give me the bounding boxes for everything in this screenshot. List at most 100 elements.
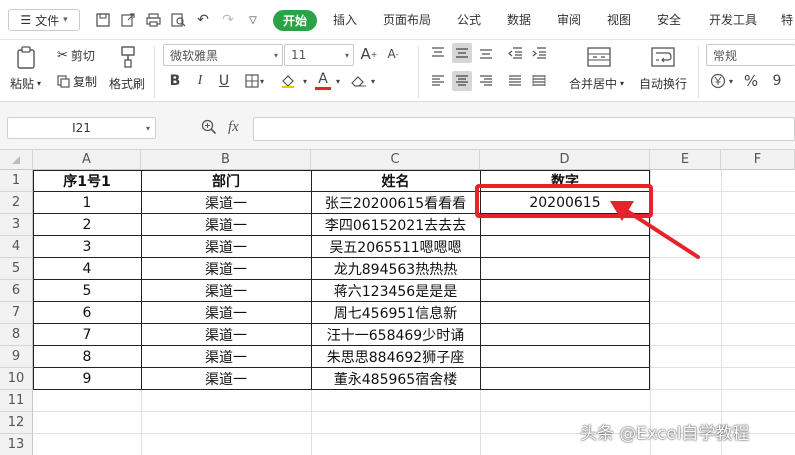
quick-access-dropdown-icon[interactable]: ▽ — [244, 10, 262, 30]
row-header[interactable]: 8 — [0, 324, 33, 346]
decrease-indent-icon[interactable] — [505, 43, 525, 63]
tab-view[interactable]: 视图 — [607, 11, 631, 28]
paste-button[interactable]: 粘贴 ▾ — [10, 75, 41, 92]
cell-d7[interactable] — [480, 302, 650, 324]
cell-c2[interactable]: 张三20200615看看看 — [311, 192, 480, 214]
row-header[interactable]: 2 — [0, 192, 33, 214]
cell-b8[interactable]: 渠道一 — [141, 324, 311, 346]
row-header[interactable]: 5 — [0, 258, 33, 280]
cell-c10[interactable]: 董永485965宿舍楼 — [311, 368, 480, 390]
align-center-icon[interactable] — [452, 71, 472, 91]
cell-b10[interactable]: 渠道一 — [141, 368, 311, 390]
row-header[interactable]: 4 — [0, 236, 33, 258]
align-middle-icon[interactable] — [452, 43, 472, 63]
tab-formulas[interactable]: 公式 — [457, 11, 481, 28]
cut-button[interactable]: ✂ 剪切 — [57, 47, 95, 64]
comma-style-button[interactable]: 9 — [767, 71, 787, 91]
insert-function-button[interactable]: fx — [228, 119, 239, 136]
eraser-icon[interactable] — [349, 71, 369, 91]
chevron-down-icon[interactable]: ▾ — [300, 71, 310, 91]
cell-c3[interactable]: 李四06152021去去去 — [311, 214, 480, 236]
cell-b9[interactable]: 渠道一 — [141, 346, 311, 368]
tab-home[interactable]: 开始 — [273, 10, 317, 31]
chevron-down-icon[interactable]: ▾ — [726, 71, 736, 91]
chevron-down-icon[interactable]: ▾ — [333, 71, 343, 91]
tab-data[interactable]: 数据 — [507, 11, 531, 28]
cell-b5[interactable]: 渠道一 — [141, 258, 311, 280]
cell-c8[interactable]: 汪十一658469少时诵 — [311, 324, 480, 346]
row-header[interactable]: 11 — [0, 390, 33, 412]
increase-indent-icon[interactable] — [529, 43, 549, 63]
format-painter-button[interactable]: 格式刷 — [109, 75, 145, 92]
tab-page-layout[interactable]: 页面布局 — [383, 11, 431, 28]
shrink-font-button[interactable]: A- — [383, 44, 403, 64]
tab-special[interactable]: 特 — [781, 11, 793, 28]
column-header-d[interactable]: D — [480, 150, 650, 170]
column-header-f[interactable]: F — [721, 150, 795, 170]
row-header[interactable]: 7 — [0, 302, 33, 324]
cell-c7[interactable]: 周七456951信息新 — [311, 302, 480, 324]
copy-button[interactable]: 复制 — [57, 73, 97, 90]
percent-button[interactable]: % — [741, 71, 761, 91]
cell-b3[interactable]: 渠道一 — [141, 214, 311, 236]
cell-b7[interactable]: 渠道一 — [141, 302, 311, 324]
font-color-button[interactable]: A — [315, 71, 331, 90]
chevron-down-icon[interactable]: ▾ — [368, 71, 378, 91]
grow-font-button[interactable]: A + — [359, 44, 379, 64]
row-header[interactable]: 9 — [0, 346, 33, 368]
cell-a3[interactable]: 2 — [33, 214, 141, 236]
tab-security[interactable]: 安全 — [657, 11, 681, 28]
cell-b2[interactable]: 渠道一 — [141, 192, 311, 214]
underline-button[interactable]: U — [214, 71, 234, 91]
tab-insert[interactable]: 插入 — [333, 11, 357, 28]
tab-developer[interactable]: 开发工具 — [709, 11, 757, 28]
cell-a9[interactable]: 8 — [33, 346, 141, 368]
row-header[interactable]: 3 — [0, 214, 33, 236]
export-icon[interactable] — [119, 10, 137, 30]
row-header[interactable]: 10 — [0, 368, 33, 390]
column-header-a[interactable]: A — [33, 150, 141, 170]
cell-a1[interactable]: 序1号1 — [33, 170, 141, 192]
cell-d9[interactable] — [480, 346, 650, 368]
name-box[interactable]: I21 ▾ — [7, 117, 156, 139]
justify-icon[interactable] — [505, 71, 525, 91]
cell-a7[interactable]: 6 — [33, 302, 141, 324]
align-left-icon[interactable] — [428, 71, 448, 91]
column-header-b[interactable]: B — [141, 150, 311, 170]
cell-d10[interactable] — [480, 368, 650, 390]
row-header[interactable]: 6 — [0, 280, 33, 302]
zoom-icon[interactable] — [201, 119, 217, 139]
currency-icon[interactable] — [708, 71, 728, 91]
cell-c5[interactable]: 龙九894563热热热 — [311, 258, 480, 280]
save-icon[interactable] — [94, 10, 112, 30]
font-name-select[interactable]: 微软雅黑 ▾ — [163, 44, 283, 66]
cell-a4[interactable]: 3 — [33, 236, 141, 258]
wrap-text-button[interactable]: 自动换行 — [639, 75, 687, 92]
font-size-select[interactable]: 11 ▾ — [284, 44, 354, 66]
align-bottom-icon[interactable] — [476, 43, 496, 63]
row-header[interactable]: 13 — [0, 434, 33, 455]
tab-review[interactable]: 审阅 — [557, 11, 581, 28]
format-painter-icon[interactable] — [117, 45, 139, 69]
print-preview-icon[interactable] — [169, 10, 187, 30]
paste-icon[interactable] — [13, 45, 39, 71]
formula-input[interactable] — [253, 117, 795, 141]
cell-b4[interactable]: 渠道一 — [141, 236, 311, 258]
cell-c4[interactable]: 吴五2065511嗯嗯嗯 — [311, 236, 480, 258]
bold-button[interactable]: B — [165, 71, 185, 91]
print-icon[interactable] — [144, 10, 162, 30]
cell-d8[interactable] — [480, 324, 650, 346]
cell-a10[interactable]: 9 — [33, 368, 141, 390]
cell-c1[interactable]: 姓名 — [311, 170, 480, 192]
align-top-icon[interactable] — [428, 43, 448, 63]
undo-icon[interactable]: ↶ — [194, 10, 212, 30]
cell-a2[interactable]: 1 — [33, 192, 141, 214]
merge-cells-icon[interactable] — [586, 45, 612, 69]
redo-icon[interactable]: ↷ — [219, 10, 237, 30]
number-format-select[interactable]: 常规 — [706, 44, 795, 66]
row-header[interactable]: 1 — [0, 170, 33, 192]
cell-a8[interactable]: 7 — [33, 324, 141, 346]
merge-center-button[interactable]: 合并居中 ▾ — [569, 75, 624, 92]
align-right-icon[interactable] — [476, 71, 496, 91]
fill-color-icon[interactable] — [278, 71, 298, 91]
